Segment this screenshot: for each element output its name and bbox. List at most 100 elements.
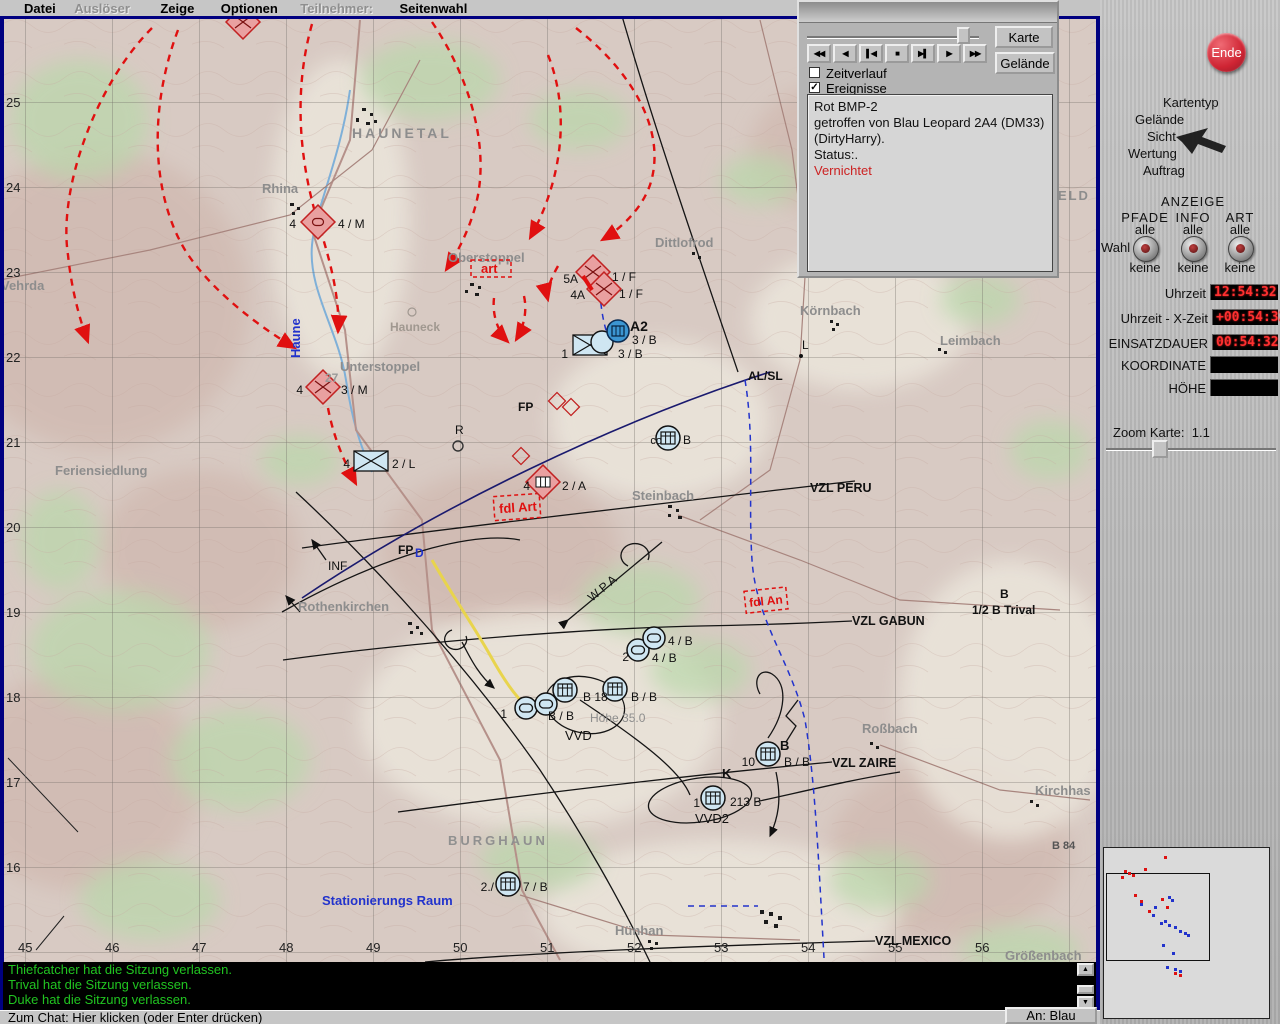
unit-label: 4 bbox=[523, 479, 530, 493]
event-log[interactable]: Rot BMP-2 getroffen von Blau Leopard 2A4… bbox=[807, 94, 1053, 272]
zoom-slider-handle[interactable] bbox=[1152, 440, 1168, 458]
scroll-thumb[interactable] bbox=[1077, 985, 1094, 994]
nav-auftrag[interactable]: Auftrag bbox=[1143, 163, 1185, 178]
label-vzl-peru: VZL PERU bbox=[810, 481, 872, 495]
nav-kartentyp[interactable]: Kartentyp bbox=[1163, 95, 1219, 110]
art-knob[interactable] bbox=[1228, 236, 1254, 262]
road-b84-label: B 84 bbox=[1052, 840, 1076, 852]
chat-log[interactable]: Thiefcatcher hat die Sitzung verlassen. … bbox=[0, 962, 1096, 1010]
label-trival: 1/2 B Trival bbox=[972, 603, 1035, 617]
step-forward-button[interactable]: ▶▌ bbox=[911, 44, 935, 63]
stop-button[interactable]: ■ bbox=[885, 44, 909, 63]
unit-label: B bbox=[780, 738, 789, 753]
nav-gelaende[interactable]: Gelände bbox=[1135, 112, 1184, 127]
anzeige-title: ANZEIGE bbox=[1143, 194, 1243, 209]
nav-sicht[interactable]: Sicht bbox=[1147, 129, 1176, 144]
info-knob[interactable] bbox=[1181, 236, 1207, 262]
grid-col-label: 54 bbox=[801, 940, 815, 955]
zoom-karte-value: 1.1 bbox=[1192, 425, 1210, 440]
play-button[interactable]: ▶ bbox=[937, 44, 961, 63]
label-fp: FP bbox=[518, 400, 533, 414]
menu-zeige[interactable]: Zeige bbox=[160, 1, 194, 16]
karte-button[interactable]: Karte bbox=[995, 26, 1053, 48]
step-back-button[interactable]: ▌◀ bbox=[859, 44, 883, 63]
place-burghaun: BURGHAUN bbox=[448, 833, 548, 848]
minimap-unit-dot bbox=[1154, 906, 1157, 909]
unit-label: 1 / F bbox=[612, 270, 636, 284]
minimap-unit-dot bbox=[1160, 922, 1163, 925]
chat-prompt-bar[interactable]: Zum Chat: Hier klicken (oder Enter drück… bbox=[0, 1010, 1100, 1024]
playback-panel: ◀◀ ◀ ▌◀ ■ ▶▌ ▶ ▶▶ Zeitverlauf ✓ Ereignis… bbox=[797, 0, 1059, 278]
chat-scrollbar[interactable]: ▲ ▼ bbox=[1077, 963, 1094, 1009]
event-line: Rot BMP-2 bbox=[814, 99, 1046, 115]
rewind-button[interactable]: ◀ bbox=[833, 44, 857, 63]
box-art-label: art bbox=[481, 261, 498, 276]
unit-label: VVD bbox=[565, 728, 592, 743]
minimap-unit-dot bbox=[1152, 914, 1155, 917]
label-vzl-gabun: VZL GABUN bbox=[852, 614, 925, 628]
koordinate-label: KOORDINATE bbox=[1080, 358, 1206, 373]
time-slider-handle[interactable] bbox=[957, 27, 970, 44]
grid-row-label: 19 bbox=[6, 605, 20, 620]
grid-col-label: 47 bbox=[192, 940, 206, 955]
art-alle-label: alle bbox=[1212, 222, 1268, 237]
ereignisse-checkbox[interactable]: ✓ bbox=[809, 82, 820, 93]
minimap-unit-dot bbox=[1128, 872, 1131, 875]
unit-label: K bbox=[722, 766, 732, 781]
unit-label: Höhe 35.0 bbox=[590, 711, 646, 725]
grid-col-label: 51 bbox=[540, 940, 554, 955]
label-inf: INF bbox=[328, 559, 347, 573]
place-groessenbach: Größenbach bbox=[1005, 948, 1082, 962]
zeitverlauf-checkbox[interactable] bbox=[809, 67, 820, 78]
place-hauneck: Hauneck bbox=[390, 320, 440, 334]
minimap-dots bbox=[1104, 848, 1269, 1018]
menu-datei[interactable]: Datei bbox=[24, 1, 56, 16]
nav-wertung[interactable]: Wertung bbox=[1128, 146, 1177, 161]
chat-target-selector[interactable]: An: Blau bbox=[1005, 1007, 1097, 1024]
minimap-unit-dot bbox=[1162, 944, 1165, 947]
minimap-unit-dot bbox=[1179, 970, 1182, 973]
menu-optionen[interactable]: Optionen bbox=[221, 1, 278, 16]
gelaende-button[interactable]: Gelände bbox=[995, 52, 1055, 74]
place-kirchhas: Kirchhas bbox=[1035, 783, 1091, 798]
place-haunetal: HAUNETAL bbox=[352, 125, 452, 141]
label-l: L bbox=[802, 338, 809, 352]
application-window: Datei Auslöser Zeige Optionen Teilnehmer… bbox=[0, 0, 1280, 1024]
minimap-unit-dot bbox=[1164, 920, 1167, 923]
menu-bar: Datei Auslöser Zeige Optionen Teilnehmer… bbox=[0, 0, 800, 16]
grid-row-label: 18 bbox=[6, 690, 20, 705]
place-vehrda: Vehrda bbox=[1, 278, 45, 293]
place-leimbach: Leimbach bbox=[940, 333, 1001, 348]
forward-fast-button[interactable]: ▶▶ bbox=[963, 44, 987, 63]
minimap-unit-dot bbox=[1132, 874, 1135, 877]
grid-row-label: 22 bbox=[6, 350, 20, 365]
minimap-unit-dot bbox=[1140, 903, 1143, 906]
zoom-karte-label: Zoom Karte: 1.1 bbox=[1113, 425, 1210, 440]
unit-label: 1 bbox=[561, 347, 568, 361]
place-rothenkirchen: Rothenkirchen bbox=[298, 599, 389, 614]
label-r: R bbox=[455, 423, 464, 437]
place-rhina: Rhina bbox=[262, 181, 299, 196]
unit-label: 4 bbox=[296, 383, 303, 397]
uhrzeit-display: 12:54:32 bbox=[1210, 284, 1278, 300]
unit-label: 3 / B bbox=[632, 333, 657, 347]
menu-seitenwahl[interactable]: Seitenwahl bbox=[399, 1, 467, 16]
unit-label: 2 / L bbox=[392, 457, 416, 471]
scroll-up-button[interactable]: ▲ bbox=[1077, 963, 1094, 976]
rewind-fast-button[interactable]: ◀◀ bbox=[807, 44, 831, 63]
grid-row-label: 25 bbox=[6, 95, 20, 110]
menu-ausloeser: Auslöser bbox=[74, 1, 130, 16]
place-rossbach: Roßbach bbox=[862, 721, 918, 736]
minimap[interactable] bbox=[1103, 847, 1270, 1019]
unit-label: co bbox=[650, 435, 662, 447]
panel-title-bar[interactable] bbox=[799, 2, 1057, 23]
pfade-knob[interactable] bbox=[1133, 236, 1159, 262]
unit-label: 2./ bbox=[481, 880, 495, 894]
ende-button[interactable]: Ende bbox=[1207, 33, 1246, 72]
zoom-slider-track[interactable] bbox=[1106, 448, 1276, 451]
grid-col-label: 48 bbox=[279, 940, 293, 955]
label-alsl: AL/SL bbox=[748, 369, 783, 383]
place-dittlofrod: Dittlofrod bbox=[655, 235, 714, 250]
time-slider-track[interactable] bbox=[807, 36, 979, 39]
box-fdl-art-label: fdl Art bbox=[499, 499, 538, 517]
